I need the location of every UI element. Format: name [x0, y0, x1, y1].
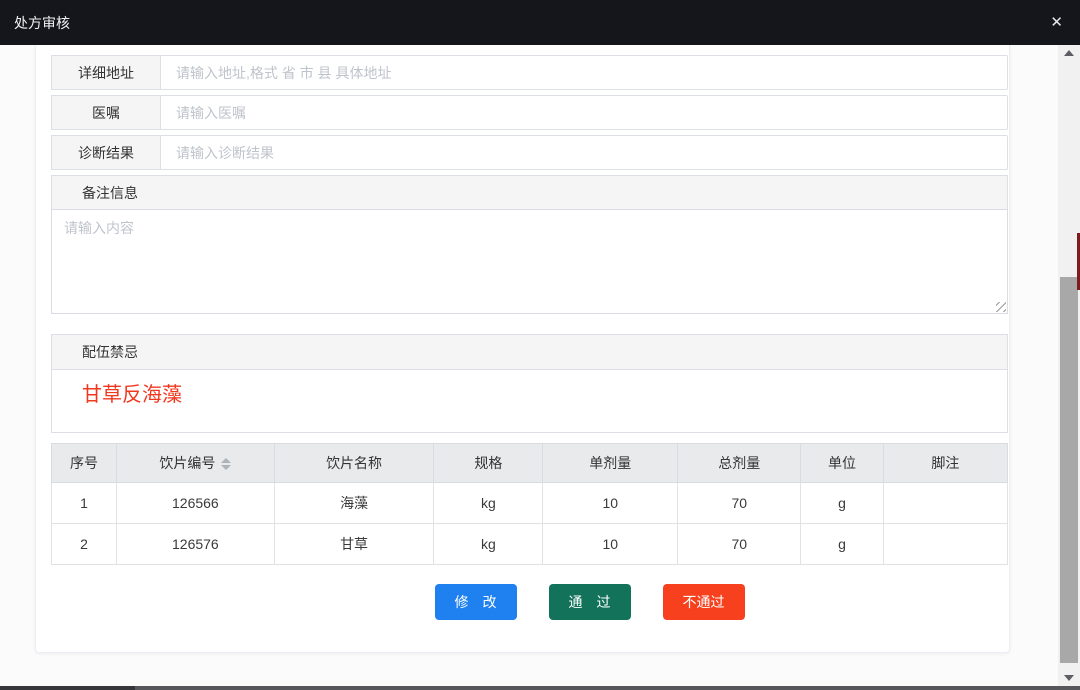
cell-spec: kg — [434, 483, 543, 524]
cell-spec: kg — [434, 524, 543, 565]
remark-section-header: 备注信息 — [51, 175, 1008, 210]
contraindication-box: 配伍禁忌 甘草反海藻 — [51, 334, 1008, 433]
contraindication-body: 甘草反海藻 — [52, 370, 1007, 432]
sort-carets-icon[interactable] — [221, 458, 231, 470]
remark-label: 备注信息 — [82, 183, 138, 203]
medical-advice-label: 医嘱 — [51, 95, 161, 130]
remark-textarea[interactable] — [51, 209, 1008, 314]
address-row: 详细地址 — [51, 55, 1008, 90]
horizontal-scrollbar[interactable] — [0, 686, 1080, 690]
cell-unit: g — [801, 524, 883, 565]
action-buttons: 修 改 通 过 不通过 — [51, 584, 1008, 620]
header-spec: 规格 — [434, 444, 543, 483]
table-row: 2 126576 甘草 kg 10 70 g — [52, 524, 1008, 565]
sort-caret-down-icon[interactable] — [221, 465, 231, 470]
herb-table: 序号 饮片编号 饮片名称 规格 单剂量 总剂量 单位 脚注 1 126566 海… — [51, 443, 1008, 565]
contraindication-warning-text: 甘草反海藻 — [82, 384, 182, 406]
header-unit: 单位 — [801, 444, 883, 483]
header-piece-number[interactable]: 饮片编号 — [117, 444, 275, 483]
medical-advice-input[interactable] — [160, 95, 1008, 130]
modal-header: 处方审核 ✕ — [0, 0, 1080, 45]
cell-piece-number: 126566 — [117, 483, 275, 524]
close-icon[interactable]: ✕ — [1050, 15, 1063, 30]
cell-piece-name: 海藻 — [274, 483, 434, 524]
vertical-scrollbar[interactable] — [1058, 45, 1080, 686]
cell-piece-number: 126576 — [117, 524, 275, 565]
approve-button[interactable]: 通 过 — [549, 584, 631, 620]
diagnosis-label: 诊断结果 — [51, 135, 161, 170]
header-footnote: 脚注 — [883, 444, 1007, 483]
table-header-row: 序号 饮片编号 饮片名称 规格 单剂量 总剂量 单位 脚注 — [52, 444, 1008, 483]
reject-button[interactable]: 不通过 — [663, 584, 745, 620]
cell-single-dose: 10 — [543, 524, 678, 565]
table-row: 1 126566 海藻 kg 10 70 g — [52, 483, 1008, 524]
sort-caret-up-icon[interactable] — [221, 458, 231, 463]
scrollbar-down-arrow-icon[interactable] — [1058, 670, 1080, 686]
cell-footnote — [883, 483, 1007, 524]
card-content: 详细地址 医嘱 诊断结果 备注信息 配伍禁忌 甘草反海藻 — [51, 45, 1008, 620]
cell-seq: 1 — [52, 483, 117, 524]
modify-button[interactable]: 修 改 — [435, 584, 517, 620]
contraindication-title: 配伍禁忌 — [82, 342, 138, 362]
diagnosis-row: 诊断结果 — [51, 135, 1008, 170]
cell-unit: g — [801, 483, 883, 524]
header-total-dose: 总剂量 — [678, 444, 801, 483]
vertical-scrollbar-thumb[interactable] — [1060, 277, 1078, 663]
address-label: 详细地址 — [51, 55, 161, 90]
cell-footnote — [883, 524, 1007, 565]
cell-seq: 2 — [52, 524, 117, 565]
scrollbar-up-arrow-icon[interactable] — [1058, 45, 1080, 61]
prescription-review-card: 详细地址 医嘱 诊断结果 备注信息 配伍禁忌 甘草反海藻 — [35, 45, 1010, 653]
cell-total-dose: 70 — [678, 524, 801, 565]
address-input[interactable] — [160, 55, 1008, 90]
header-single-dose: 单剂量 — [543, 444, 678, 483]
medical-advice-row: 医嘱 — [51, 95, 1008, 130]
header-piece-name: 饮片名称 — [274, 444, 434, 483]
cell-total-dose: 70 — [678, 483, 801, 524]
header-seq: 序号 — [52, 444, 117, 483]
horizontal-scrollbar-thumb[interactable] — [0, 686, 135, 690]
diagnosis-input[interactable] — [160, 135, 1008, 170]
textarea-resize-handle-icon[interactable] — [996, 302, 1006, 312]
cell-single-dose: 10 — [543, 483, 678, 524]
modal-title: 处方审核 — [14, 13, 70, 33]
cell-piece-name: 甘草 — [274, 524, 434, 565]
contraindication-header: 配伍禁忌 — [52, 335, 1007, 370]
remark-textarea-wrap — [51, 209, 1008, 314]
